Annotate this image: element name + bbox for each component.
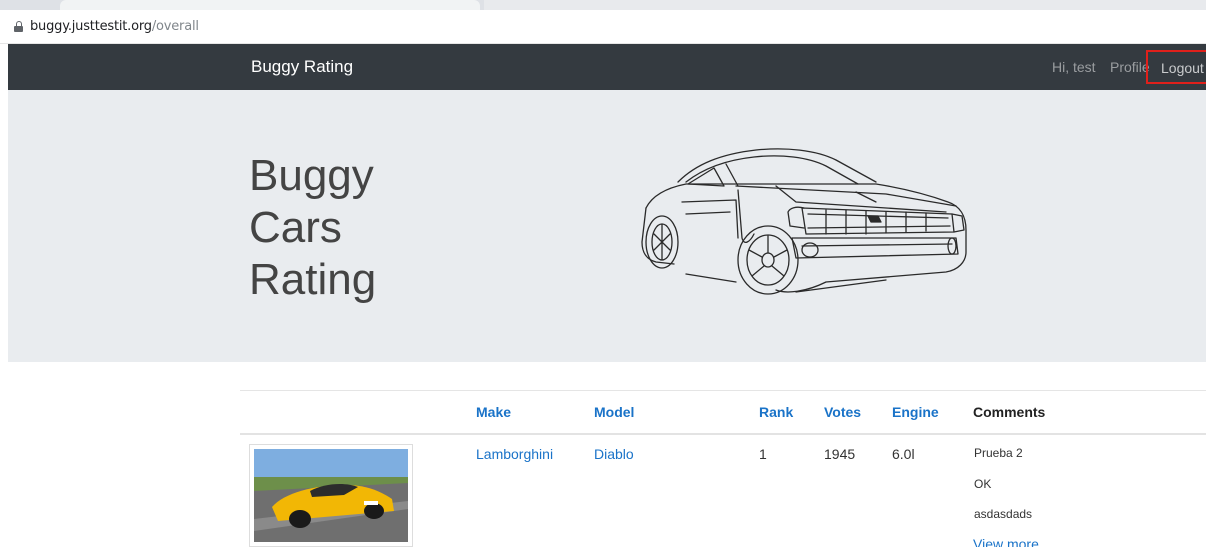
cell-votes: 1945 [824,446,856,462]
car-thumbnail[interactable] [249,444,413,547]
car-sketch-icon [641,148,967,295]
cell-make-link[interactable]: Lamborghini [476,446,553,462]
comment-1: Prueba 2 [974,446,1023,460]
hero-title-line-2: Cars [249,203,342,252]
header-rank[interactable]: Rank [759,404,793,420]
view-more-link[interactable]: View more [973,536,1039,547]
browser-tabstrip [0,0,1206,10]
table-header-separator [240,433,1206,435]
url-text[interactable]: buggy.justtestit.org/overall [30,19,199,34]
url-domain: buggy.justtestit.org [30,19,152,34]
comment-3: asdasdads [974,507,1033,521]
hero-banner: Buggy Cars Rating [8,90,1206,362]
url-path: /overall [151,19,199,34]
browser-tab-active[interactable] [60,0,480,10]
user-greeting: Hi, test [1052,59,1096,75]
header-make[interactable]: Make [476,404,511,420]
comment-2: OK [974,477,992,491]
header-votes[interactable]: Votes [824,404,861,420]
brand-link[interactable]: Buggy Rating [251,57,353,77]
cell-rank: 1 [759,446,767,462]
header-model[interactable]: Model [594,404,634,420]
cell-model-link[interactable]: Diablo [594,446,634,462]
profile-link[interactable]: Profile [1110,59,1150,75]
hero-title-line-3: Rating [249,255,377,304]
navbar: Buggy Rating Hi, test Profile Logout [8,44,1206,90]
car-image [254,449,408,542]
browser-tab[interactable] [484,0,1206,10]
lock-icon [14,21,23,32]
hero-title-line-1: Buggy [249,151,374,200]
header-engine[interactable]: Engine [892,404,939,420]
logout-highlight-box[interactable]: Logout [1146,50,1206,84]
logout-link[interactable]: Logout [1161,60,1204,76]
address-bar[interactable]: buggy.justtestit.org/overall [0,10,1206,44]
hero-title: Buggy Cars Rating [249,150,409,306]
cell-engine: 6.0l [892,446,915,462]
header-comments: Comments [973,404,1046,420]
table-top-border [240,390,1206,391]
